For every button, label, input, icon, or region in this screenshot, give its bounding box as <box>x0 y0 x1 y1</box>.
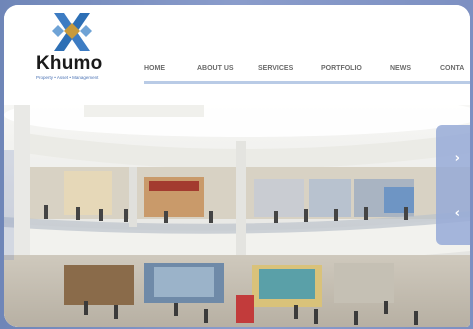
website-page: Khumo Property • Asset • Management HOME… <box>4 5 470 327</box>
slider-edge <box>4 150 14 260</box>
main-nav: HOME ABOUT US SERVICES PORTFOLIO NEWS CO… <box>144 59 470 77</box>
nav-item-home[interactable]: HOME <box>144 65 165 72</box>
chevron-left-icon[interactable]: ‹ <box>455 206 460 221</box>
nav-item-news[interactable]: NEWS <box>390 65 411 72</box>
khumo-x-mark-icon <box>52 13 92 51</box>
brand-tagline: Property • Asset • Management <box>36 75 99 80</box>
nav-underline <box>144 81 470 84</box>
nav-item-services[interactable]: SERVICES <box>258 65 293 72</box>
chevron-right-icon[interactable]: › <box>455 151 460 166</box>
hero-slider-image <box>4 105 470 327</box>
nav-item-contact[interactable]: CONTA <box>440 65 464 72</box>
site-header: Khumo Property • Asset • Management HOME… <box>4 5 470 93</box>
khumo-logo[interactable]: Khumo Property • Asset • Management <box>34 11 114 81</box>
mall-interior-photo <box>4 105 470 327</box>
nav-item-about-us[interactable]: ABOUT US <box>197 65 234 72</box>
slider-controls <box>436 125 470 245</box>
nav-item-portfolio[interactable]: PORTFOLIO <box>321 65 362 72</box>
brand-name: Khumo <box>36 53 103 74</box>
